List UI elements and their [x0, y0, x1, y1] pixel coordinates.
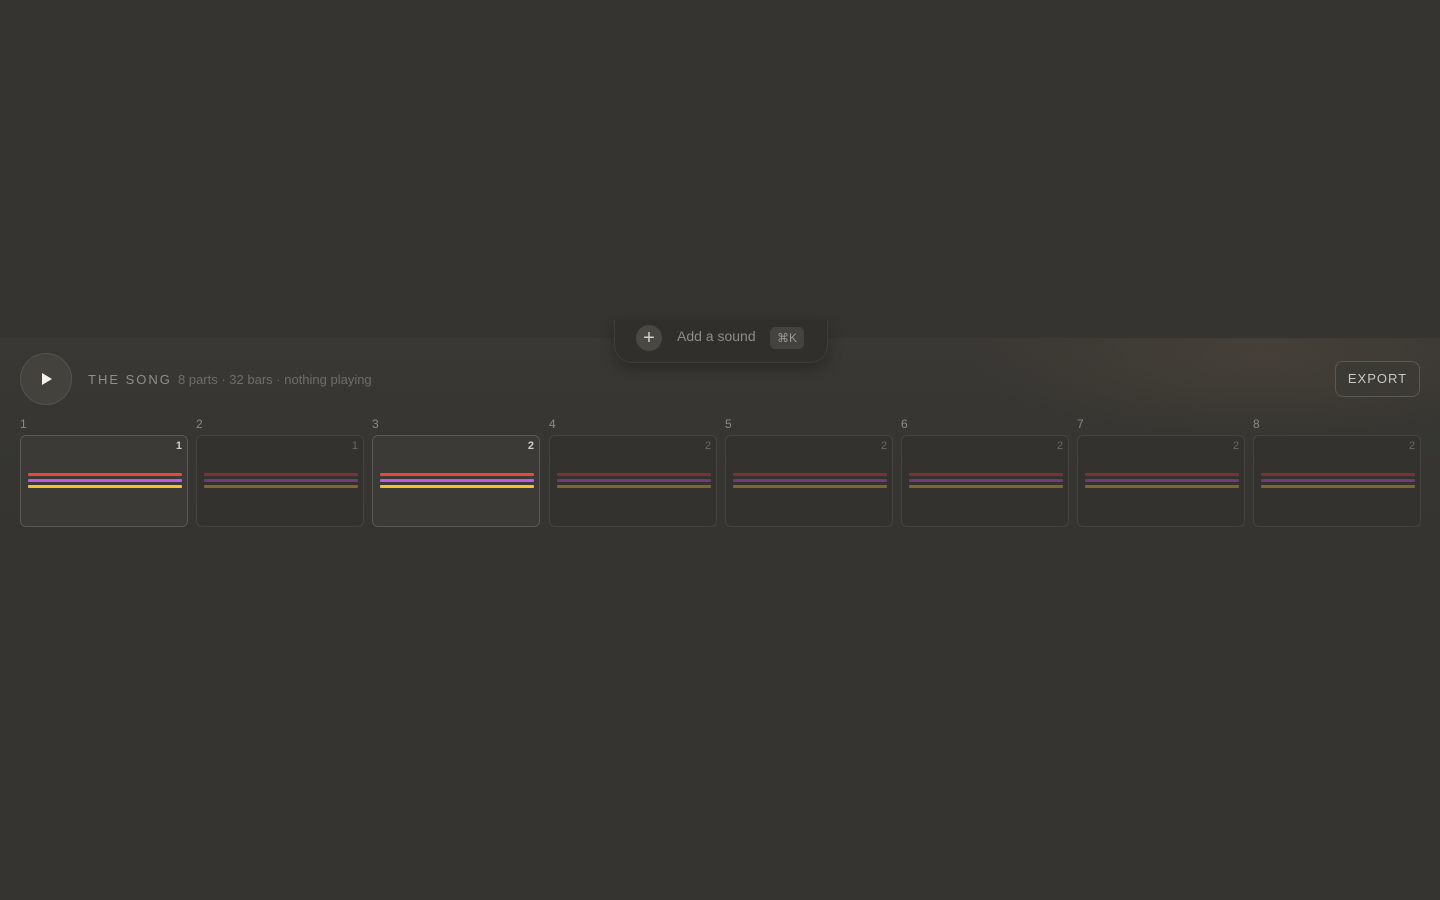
track-line-purple: [909, 479, 1063, 482]
add-sound-button[interactable]: + Add a sound ⌘K: [614, 320, 828, 363]
track-line-red: [1261, 473, 1415, 476]
part-card[interactable]: 2: [725, 435, 893, 527]
track-line-red: [204, 473, 358, 476]
part-card[interactable]: 2: [372, 435, 540, 527]
track-line-purple: [1085, 479, 1239, 482]
track-line-purple: [380, 479, 534, 482]
track-line-yellow: [28, 485, 182, 488]
part-8: 82: [1253, 417, 1421, 529]
part-4: 42: [549, 417, 717, 529]
track-line-yellow: [380, 485, 534, 488]
track-line-purple: [204, 479, 358, 482]
part-1: 11: [20, 417, 188, 529]
app-page: + Add a sound ⌘K THE SONG 8 parts · 32 b…: [0, 0, 1440, 900]
part-bar-count: 1: [351, 440, 358, 452]
part-bar-count: 2: [1408, 440, 1415, 452]
part-bar-count: 1: [175, 440, 182, 452]
track-line-red: [557, 473, 711, 476]
track-line-purple: [28, 479, 182, 482]
part-card[interactable]: 2: [549, 435, 717, 527]
part-bar-count: 2: [1232, 440, 1239, 452]
part-number: 8: [1253, 417, 1260, 431]
part-number: 1: [20, 417, 27, 431]
track-line-yellow: [1085, 485, 1239, 488]
track-line-yellow: [1261, 485, 1415, 488]
track-line-purple: [557, 479, 711, 482]
canvas-area: [0, 0, 1440, 338]
part-3: 32: [372, 417, 540, 529]
shortcut-badge: ⌘K: [770, 327, 805, 349]
part-7: 72: [1077, 417, 1245, 529]
part-5: 52: [725, 417, 893, 529]
track-line-yellow: [909, 485, 1063, 488]
song-meta: 8 parts · 32 bars · nothing playing: [178, 372, 372, 387]
track-line-purple: [733, 479, 887, 482]
plus-icon: +: [636, 325, 662, 351]
part-number: 3: [372, 417, 379, 431]
part-card[interactable]: 2: [1077, 435, 1245, 527]
add-sound-label: Add a sound: [677, 328, 756, 344]
track-line-yellow: [204, 485, 358, 488]
play-icon: [42, 373, 52, 385]
part-bar-count: 2: [1056, 440, 1063, 452]
part-2: 21: [196, 417, 364, 529]
track-line-red: [28, 473, 182, 476]
part-card[interactable]: 1: [196, 435, 364, 527]
track-line-red: [733, 473, 887, 476]
part-card[interactable]: 2: [1253, 435, 1421, 527]
track-line-yellow: [557, 485, 711, 488]
part-number: 6: [901, 417, 908, 431]
part-bar-count: 2: [880, 440, 887, 452]
track-line-purple: [1261, 479, 1415, 482]
song-title: THE SONG: [88, 372, 172, 387]
part-number: 5: [725, 417, 732, 431]
part-card[interactable]: 1: [20, 435, 188, 527]
part-bar-count: 2: [527, 440, 534, 452]
part-bar-count: 2: [704, 440, 711, 452]
play-button[interactable]: [20, 353, 72, 405]
part-number: 7: [1077, 417, 1084, 431]
export-button[interactable]: EXPORT: [1335, 361, 1420, 397]
track-line-red: [1085, 473, 1239, 476]
track-line-yellow: [733, 485, 887, 488]
track-line-red: [380, 473, 534, 476]
part-number: 4: [549, 417, 556, 431]
track-line-red: [909, 473, 1063, 476]
part-6: 62: [901, 417, 1069, 529]
part-number: 2: [196, 417, 203, 431]
parts-strip: 1121324252627282: [20, 417, 1421, 529]
part-card[interactable]: 2: [901, 435, 1069, 527]
